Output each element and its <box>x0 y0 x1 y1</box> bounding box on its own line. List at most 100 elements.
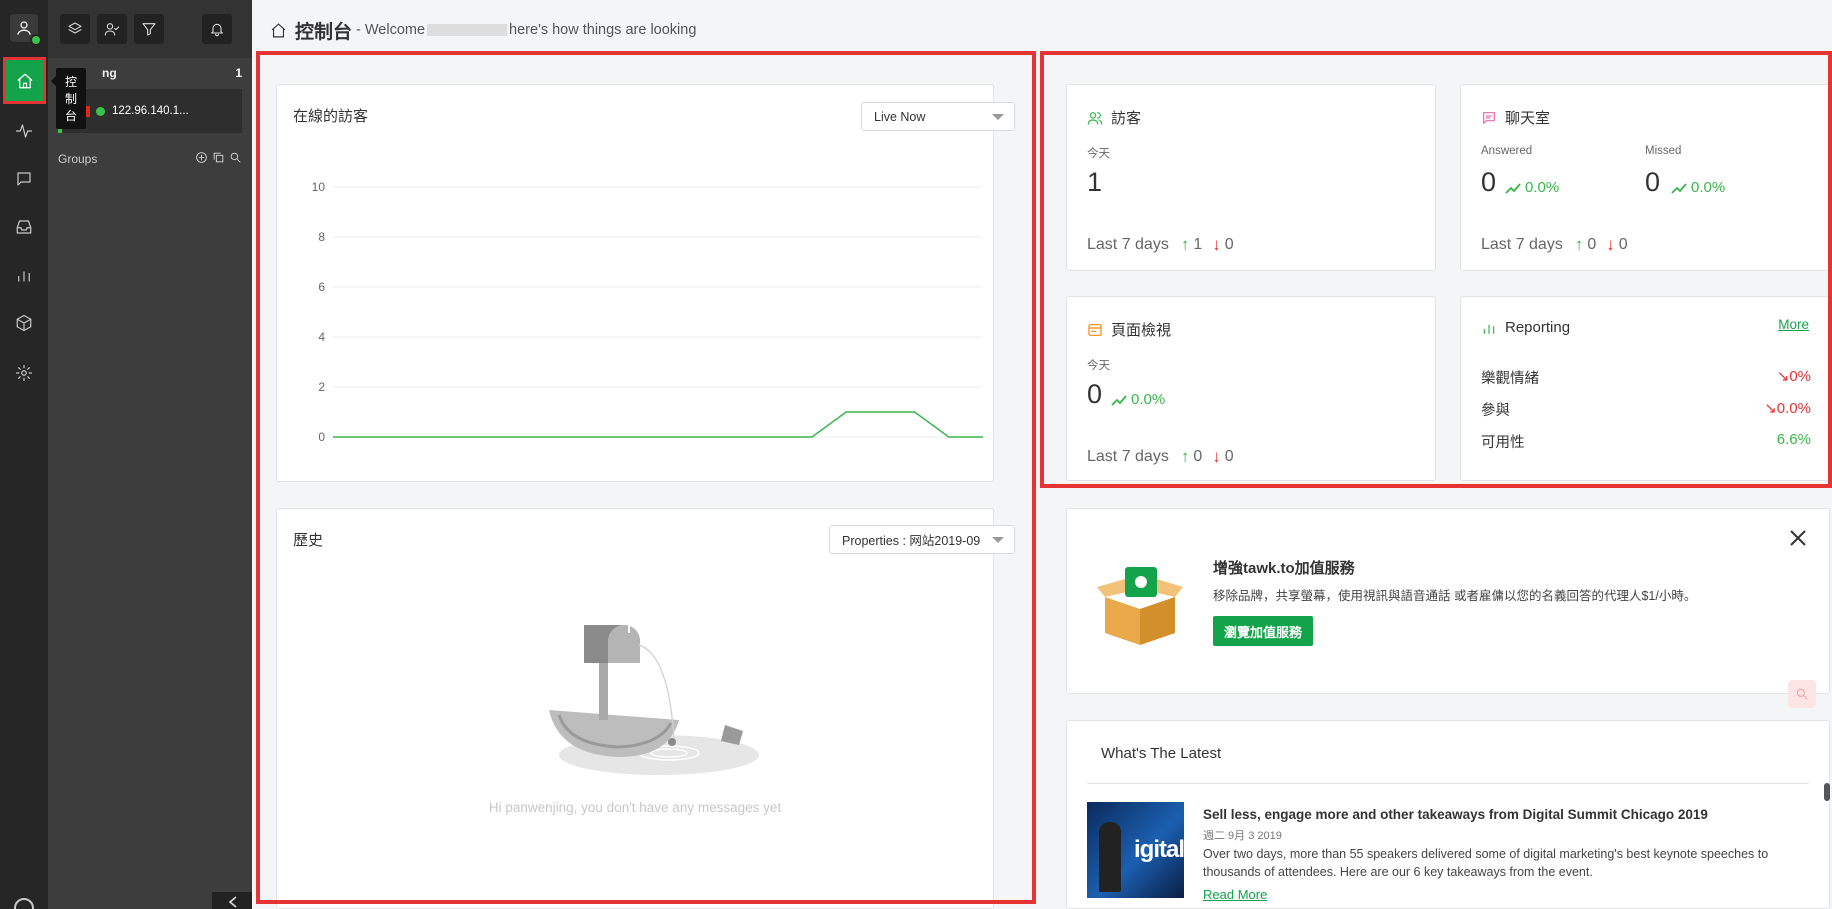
missed-trend-value: 0.0% <box>1691 179 1726 196</box>
reporting-row: 樂觀情緒 ↘0% <box>1481 367 1811 388</box>
promo-close-button[interactable] <box>1789 529 1807 547</box>
bar-chart-icon <box>1483 324 1495 334</box>
online-visitors-title: 在線的訪客 <box>293 108 369 125</box>
chats-last7-down: 0 <box>1618 236 1628 253</box>
page-title: 控制台 <box>295 21 353 43</box>
user-icon <box>17 21 31 35</box>
y-tick-label: 4 <box>318 330 325 344</box>
help-icon[interactable] <box>14 898 34 909</box>
collapse-panel-button[interactable] <box>212 892 252 909</box>
pageviews-stat-header: 頁面檢視 <box>1087 319 1171 340</box>
pageviews-trend: 0.0% <box>1111 391 1165 408</box>
missed-value: 0 <box>1645 167 1661 197</box>
online-visitors-chart: 0 2 4 6 8 10 <box>312 180 983 444</box>
y-tick-label: 0 <box>318 430 325 444</box>
online-range-select[interactable]: Live Now <box>861 102 1015 131</box>
browser-window-icon <box>1088 323 1102 336</box>
latest-title: What's The Latest <box>1101 745 1222 762</box>
bell-icon <box>211 23 223 37</box>
pageviews-stat-card: 頁面檢視 今天 0 0.0% Last 7 days ↑ 0 ↓ 0 <box>1066 296 1436 481</box>
visitors-title: 訪客 <box>1111 110 1142 127</box>
visitors-today-value: 1 <box>1087 167 1103 197</box>
reporting-row-value-text: 0% <box>1789 368 1811 385</box>
filter-button[interactable] <box>134 14 164 44</box>
notifications-button[interactable] <box>202 14 232 44</box>
arrow-up-icon: ↑ <box>1180 447 1190 466</box>
reporting-row: 參與 ↘0.0% <box>1481 399 1811 420</box>
nav-settings[interactable] <box>0 350 48 396</box>
floating-search-button[interactable] <box>1788 680 1816 708</box>
nav-messaging[interactable] <box>0 156 48 202</box>
online-visitors-line <box>333 411 983 438</box>
y-tick-label: 6 <box>318 280 325 294</box>
section-count: 1 <box>235 66 242 80</box>
trend-up-icon <box>1111 394 1127 406</box>
news-thumbnail[interactable]: igital <box>1087 802 1184 898</box>
nav-dashboard[interactable] <box>3 57 46 104</box>
answered-trend: 0.0% <box>1505 179 1559 196</box>
pageviews-last7: Last 7 days ↑ 0 ↓ 0 <box>1087 447 1234 467</box>
latest-news-card: What's The Latest igital Sell less, enga… <box>1066 720 1830 909</box>
welcome-suffix: here's how things are looking <box>509 22 697 38</box>
app-root: 控制台 ng 1 ★ 122.96.140.1... Groups 控制台 - … <box>0 0 1832 909</box>
history-property-select[interactable]: Properties : 网站2019-09 <box>829 525 1015 554</box>
reporting-row-label: 可用性 <box>1481 435 1525 451</box>
pageviews-trend-value: 0.0% <box>1131 391 1166 408</box>
history-title: 歷史 <box>293 532 324 549</box>
nav-tooltip: 控制台 <box>50 68 87 129</box>
gear-icon <box>15 364 33 382</box>
mailbox-boat-illustration <box>549 622 759 775</box>
welcome-prefix: - Welcome <box>356 22 426 38</box>
nav-reporting[interactable] <box>0 252 48 298</box>
agent-button[interactable] <box>97 14 127 44</box>
y-tick-label: 2 <box>318 380 325 394</box>
pageviews-last7-up: 0 <box>1193 448 1203 465</box>
reporting-row: 可用性 6.6% <box>1481 431 1811 452</box>
section-label: ng <box>102 66 117 80</box>
add-circle-icon[interactable] <box>195 151 208 164</box>
chats-title: 聊天室 <box>1505 110 1551 127</box>
chats-stat-header: 聊天室 <box>1481 107 1550 128</box>
browse-addons-button[interactable]: 瀏覽加值服務 <box>1213 616 1314 646</box>
nav-monitoring[interactable] <box>0 108 48 154</box>
reporting-more-link[interactable]: More <box>1778 317 1809 332</box>
close-icon <box>1790 530 1806 546</box>
users-icon <box>1087 111 1103 125</box>
copy-icon[interactable] <box>212 151 225 164</box>
promo-title: 增強tawk.to加值服務 <box>1213 560 1355 577</box>
bar-chart-icon <box>18 271 30 282</box>
dashboard-main: 控制台 - Welcome here's how things are looki… <box>252 0 1832 909</box>
nav-addons[interactable] <box>0 300 48 346</box>
history-card: 歷史 Properties : 网站2019-09 Hi panwenjing, <box>276 508 1015 909</box>
pageviews-last7-down: 0 <box>1224 448 1234 465</box>
nav-inbox[interactable] <box>0 204 48 250</box>
reporting-row-label: 樂觀情緒 <box>1481 371 1539 387</box>
online-status-dot <box>30 34 42 46</box>
reporting-title: Reporting <box>1505 319 1571 336</box>
reporting-row-label: 參與 <box>1481 403 1510 419</box>
missed-trend: 0.0% <box>1671 179 1725 196</box>
latest-divider <box>1087 783 1809 784</box>
visitor-panel: ng 1 122.96.140.1... Groups <box>48 0 252 909</box>
page-header: 控制台 - Welcome here's how things are looki… <box>270 18 697 43</box>
news-title[interactable]: Sell less, engage more and other takeawa… <box>1203 807 1708 822</box>
y-tick-label: 8 <box>318 230 325 244</box>
search-icon <box>1796 688 1808 700</box>
trend-up-icon <box>1671 182 1687 194</box>
chats-last7: Last 7 days ↑ 0 ↓ 0 <box>1481 235 1628 255</box>
chat-icon <box>17 172 31 186</box>
visitors-last7: Last 7 days ↑ 1 ↓ 0 <box>1087 235 1234 255</box>
search-icon[interactable] <box>229 151 242 164</box>
visitors-stat-header: 訪客 <box>1087 107 1141 128</box>
home-icon <box>271 22 286 37</box>
redacted-name <box>427 24 508 37</box>
layers-button[interactable] <box>60 14 90 44</box>
arrow-down-icon: ↓ <box>1212 447 1221 466</box>
reporting-row-value-text: 0.0% <box>1776 400 1811 417</box>
user-avatar[interactable] <box>10 14 42 46</box>
pageviews-last7-label: Last 7 days <box>1087 448 1169 465</box>
pageviews-today-value: 0 <box>1087 379 1103 409</box>
read-more-link[interactable]: Read More <box>1203 887 1267 902</box>
reporting-card: Reporting More 樂觀情緒 ↘0% 參與 ↘0.0% 可用性 6.6… <box>1460 296 1830 481</box>
scrollbar-thumb[interactable] <box>1824 783 1830 801</box>
